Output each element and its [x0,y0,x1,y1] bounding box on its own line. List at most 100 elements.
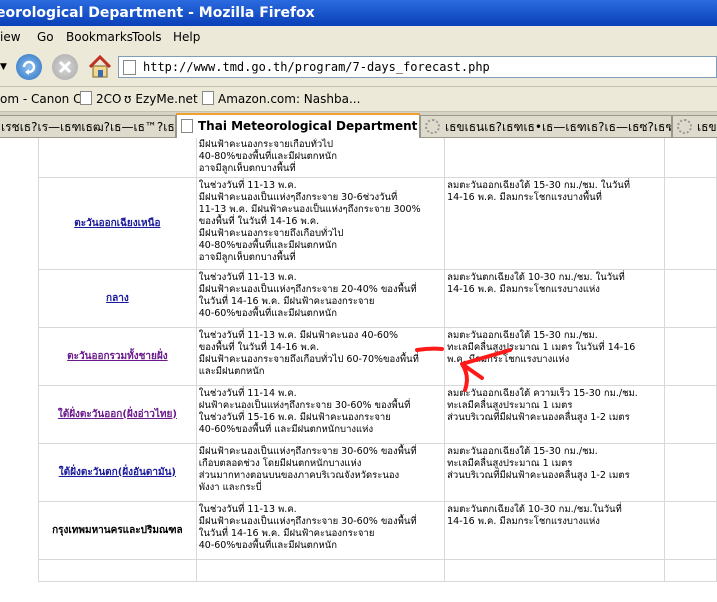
weather-line: ฝนฟ้าคะนองเป็นแห่งๆถึงกระจาย 30-60% ของพ… [198,400,411,411]
loading-icon [425,119,440,134]
region-cell: ใต้ฝั่งตะวันออก(ฝั่งอ่าวไทย) [38,385,197,444]
bookmark-2co[interactable]: 2CO [80,87,121,111]
weather-line: มีฝนฟ้าคะนองเป็นแห่งๆถึงกระจาย 30-60% ขอ… [198,446,417,457]
wind-cell: ลมตะวันตกเฉียงใต้ 10-30 กม./ชม.ในวันที่ … [444,501,666,560]
weather-cell: ในช่วงวันที่ 11-13 พ.ค. มีฝนฟ้าคะนองเป็น… [195,501,446,560]
wind-line: ทะเลมีคลื่นสูงประมาณ 1 เมตร [447,458,573,469]
extra-cell [664,443,717,502]
reload-icon[interactable] [16,54,42,80]
table-row: ตะวันออกรวมทั้งชายฝั่ง ในช่วงวันที่ 11-1… [38,327,717,386]
page-icon [181,119,193,133]
menu-tools[interactable]: Tools [132,26,162,48]
loading-icon [677,119,692,134]
region-link[interactable]: ตะวันออกรวมทั้งชายฝั่ง [67,351,167,362]
tab-label: เรชเธ?เร—เธฑเธฒ?เธ—เธ™?เธฃเธ™?เธ—... [1,120,175,134]
region-label: กรุงเทพมหานครและปริมณฑล [52,524,183,536]
empty-cell [195,559,446,582]
weather-line: ในช่วงวันที่ 11-14 พ.ค. [198,388,297,399]
table-row: กรุงเทพมหานครและปริมณฑล ในช่วงวันที่ 11-… [38,501,717,560]
wind-cell: ลมตะวันตกเฉียงใต้ 10-30 กม./ชม. ในวันที่… [444,269,666,328]
region-cell: ตะวันออกเฉียงเหนือ [38,177,197,270]
table-row: มีฝนฟ้าคะนองกระจายเกือบทั่วไป 40-80%ของพ… [38,138,717,178]
bookmark-amazon[interactable]: Amazon.com: Nashba... [202,87,360,111]
wind-line: ส่วนบริเวณที่มีฝนฟ้าคะนองคลื่นสูง 1-2 เม… [447,412,630,423]
weather-line: ในวันที่ 14-16 พ.ค. มีฝนฟ้าคะนองกระจาย [198,528,375,539]
back-dropdown-icon[interactable]: ▼ [0,62,7,72]
table-row: ใต้ฝั่งตะวันตก(ฝั่งอันดามัน) มีฝนฟ้าคะนอ… [38,443,717,502]
weather-cell: ในช่วงวันที่ 11-13 พ.ค. มีฝนฟ้าคะนองเป็น… [195,269,446,328]
tab-thai-meteorological[interactable]: Thai Meteorological Department [176,113,420,138]
extra-cell [664,501,717,560]
extra-cell [664,177,717,270]
bookmark-canon[interactable]: om - Canon C... [0,87,93,111]
wind-cell: ลมตะวันออกเฉียงใต้ 15-30 กม./ชม. ในวันที… [444,177,666,270]
tab-label: เธขเธ?เธฑ [697,120,717,134]
red-arrow-annotation-icon [415,346,512,392]
tab-1[interactable]: เรชเธ?เร—เธฑเธฒ?เธ—เธ™?เธฃเธ™?เธ—... [0,115,176,137]
weather-line: ในช่วงวันที่ 15-16 พ.ค. มีฝนฟ้าคะนองกระจ… [198,412,391,423]
weather-line: ในช่วงวันที่ 11-13 พ.ค. มีฝนฟ้าคะนอง 40-… [198,330,399,341]
weather-line: 11-13 พ.ค. มีฝนฟ้าคะนองเป็นแห่งๆถึงกระจา… [198,204,421,215]
extra-cell [664,385,717,444]
bookmark-label: om - Canon C... [0,92,93,106]
table-row: ตะวันออกเฉียงเหนือ ในช่วงวันที่ 11-13 พ.… [38,177,717,270]
region-link[interactable]: กลาง [106,293,129,304]
weather-line: 40-60%ของพื้นที่และมีฝนตกหนัก [198,308,338,319]
stop-icon[interactable] [52,54,78,80]
weather-line: 40-80%ของพื้นที่และมีฝนตกหนัก [198,151,338,162]
weather-line: อาจมีลูกเห็บตกบางพื้นที่ [198,163,296,174]
menu-bar: iew Go Bookmarks Tools Help [0,26,717,48]
wind-line: ลมตะวันตกเฉียงใต้ 10-30 กม./ชม.ในวันที่ [447,504,622,515]
table-row: ใต้ฝั่งตะวันออก(ฝั่งอ่าวไทย) ในช่วงวันที… [38,385,717,444]
menu-help[interactable]: Help [173,26,200,48]
bookmark-label: Amazon.com: Nashba... [218,92,361,106]
menu-go[interactable]: Go [37,26,54,48]
weather-line: มีฝนฟ้าคะนองเป็นแห่งๆถึงกระจาย 30-60% ขอ… [198,516,417,527]
menu-bookmarks[interactable]: Bookmarks [66,26,133,48]
page-icon [80,91,92,105]
weather-line: และมีฝนตกหนัก [198,366,265,377]
weather-line: 40-80%ของพื้นที่และมีฝนตกหนัก [198,240,338,251]
weather-cell: ในช่วงวันที่ 11-13 พ.ค. มีฝนฟ้าคะนอง 40-… [195,327,446,386]
address-bar[interactable]: http://www.tmd.go.th/program/7-days_fore… [118,56,717,78]
page-icon [202,91,214,105]
url-text[interactable]: http://www.tmd.go.th/program/7-days_fore… [143,57,490,77]
tab-3[interactable]: เธขเธนเธ?เธฑเธ•เธ—เธฑเธ?เธ—เธซ?เธฑเน€เธ™… [420,115,672,137]
bookmark-ezyme[interactable]: ʊ EzyMe.net [124,87,198,111]
region-cell: กลาง [38,269,197,328]
weather-cell: ในช่วงวันที่ 11-13 พ.ค. มีฝนฟ้าคะนองเป็น… [195,177,446,270]
weather-line: 40-60%ของพื้นที่และมีฝนตกหนัก [198,540,338,551]
table-row: กลาง ในช่วงวันที่ 11-13 พ.ค. มีฝนฟ้าคะนอ… [38,269,717,328]
region-link[interactable]: ตะวันออกเฉียงเหนือ [74,218,160,229]
region-cell: กรุงเทพมหานครและปริมณฑล [38,501,197,560]
wind-line: ลมตะวันตกเฉียงใต้ 10-30 กม./ชม. ในวันที่ [447,272,625,283]
forecast-table: มีฝนฟ้าคะนองกระจายเกือบทั่วไป 40-80%ของพ… [38,138,717,582]
weather-line: อาจมีลูกเห็บตกบางพื้นที่ [198,252,296,263]
page-icon [123,60,136,75]
weather-cell: ในช่วงวันที่ 11-14 พ.ค. ฝนฟ้าคะนองเป็นแห… [195,385,446,444]
extra-cell [664,327,717,386]
home-icon[interactable] [87,54,113,80]
weather-line: 40-60%ของพื้นที่ และมีฝนตกหนักบางแห่ง [198,424,374,435]
ezyme-icon: ʊ [124,92,132,106]
region-link[interactable]: ใต้ฝั่งตะวันตก(ฝั่งอันดามัน) [59,467,176,478]
weather-line: มีฝนฟ้าคะนองกระจายเกือบทั่วไป [198,139,333,150]
empty-cell [38,559,197,582]
extra-cell [664,269,717,328]
page-content: มีฝนฟ้าคะนองกระจายเกือบทั่วไป 40-80%ของพ… [0,138,717,602]
wind-line: ส่วนบริเวณที่มีฝนฟ้าคะนองคลื่นสูง 1-2 เม… [447,470,630,481]
tab-label: เธขเธนเธ?เธฑเธ•เธ—เธฑเธ?เธ—เธซ?เธฑเน€เธ™… [445,120,671,134]
weather-line: ของพื้นที่ ในวันที่ 14-16 พ.ค. [198,216,320,227]
menu-view[interactable]: iew [0,26,21,48]
bookmark-label: 2CO [96,92,122,106]
weather-line: มีฝนฟ้าคะนองเป็นแห่งๆถึงกระจาย 20-40% ขอ… [198,284,417,295]
weather-line: ในวันที่ 14-16 พ.ค. มีฝนฟ้าคะนองกระจาย [198,296,375,307]
tab-4[interactable]: เธขเธ?เธฑ [672,115,717,137]
weather-line: ของพื้นที่ ในวันที่ 14-16 พ.ค. [198,342,320,353]
weather-line: พังงา และกระบี่ [198,482,262,493]
window-titlebar[interactable]: eorological Department - Mozilla Firefox [0,0,717,26]
weather-line: ในช่วงวันที่ 11-13 พ.ค. [198,272,297,283]
weather-cell: มีฝนฟ้าคะนองกระจายเกือบทั่วไป 40-80%ของพ… [195,138,446,178]
region-link[interactable]: ใต้ฝั่งตะวันออก(ฝั่งอ่าวไทย) [58,409,177,420]
wind-cell [444,138,666,178]
